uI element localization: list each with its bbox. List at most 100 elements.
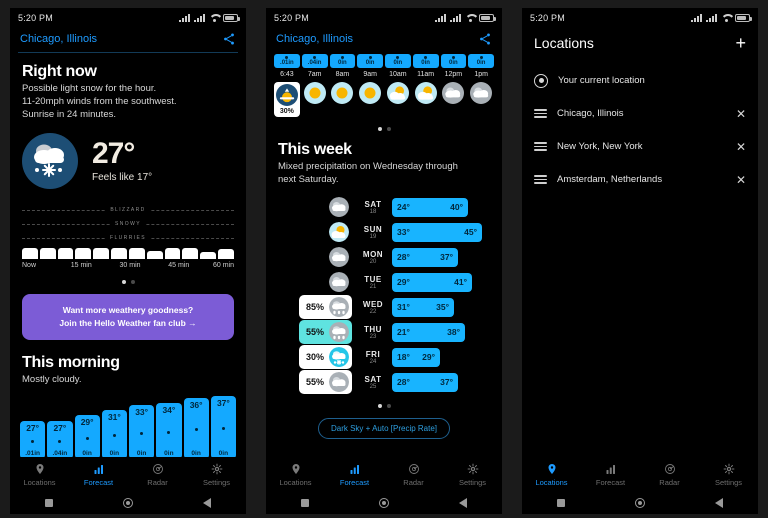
tab-settings[interactable]: Settings [443,463,502,487]
location-list-item[interactable]: New York, New York ✕ [522,130,758,163]
hourly-icon-cell[interactable]: 30% [274,82,300,117]
recents-icon[interactable] [45,499,53,507]
location-list-item[interactable]: Your current location [522,64,758,97]
hour-precip: 0in [164,449,174,457]
hourly-icon-cell[interactable] [413,82,439,104]
remove-location-icon[interactable]: ✕ [736,174,746,186]
hourly-icon-cell[interactable] [385,82,411,104]
week-precip-holder: 55% [266,320,354,345]
promo-line-1: Want more weathery goodness? [62,305,194,316]
tab-locations[interactable]: Locations [10,463,69,487]
phone-panel-1: 5:20 PM Chicago, Illinois Right now Poss… [0,0,256,518]
hourly-icon-cell[interactable] [330,82,356,104]
week-row[interactable]: TUE 21 29° 41° [266,270,502,295]
week-row[interactable]: 55% SAT 25 28° 37° [266,370,502,395]
hourly-icon-cell[interactable] [302,82,328,104]
tab-locations[interactable]: Locations [266,463,325,487]
week-row[interactable]: SUN 19 33° 45° [266,220,502,245]
week-precip-holder: 30% [266,345,354,370]
hour-bar[interactable]: 27° .01in [20,420,46,457]
week-row[interactable]: SAT 18 24° 40° [266,195,502,220]
carousel-dot-2-2[interactable] [386,127,391,131]
hour-bar[interactable]: 34° 0in [156,402,182,457]
add-location-button[interactable]: + [735,34,746,52]
back-icon[interactable] [203,498,211,508]
hourly-icon-cell[interactable] [468,82,494,104]
tab-locations[interactable]: Locations [522,463,581,487]
pin-icon [548,464,555,474]
gridline-label-snowy: SNOWY [110,221,146,228]
wifi-icon [209,14,219,22]
week-icon-holder [266,272,354,293]
hourly-time-label: 12pm [444,71,463,78]
drag-handle-icon[interactable] [534,142,547,151]
tab-forecast[interactable]: Forecast [325,463,384,487]
right-now-line-1: Possible light snow for the hour. [22,83,157,94]
location-list-item[interactable]: Chicago, Illinois ✕ [522,97,758,130]
carousel-dot-3-1[interactable] [377,403,382,408]
drag-handle-icon[interactable] [534,175,547,184]
hour-bar[interactable]: 37° 0in [210,395,236,457]
drag-handle-icon[interactable] [534,109,547,118]
recents-icon-3[interactable] [557,499,565,507]
this-morning-subtitle: Mostly cloudy. [22,373,82,385]
week-temp-track: 31° 35° [392,297,502,317]
tab-radar[interactable]: Radar [384,463,443,487]
carousel-dots-3[interactable] [266,403,502,408]
hour-bar[interactable]: 27° .04in [47,420,73,457]
home-icon-3[interactable] [635,498,645,508]
hourly-icon-cell[interactable] [441,82,467,104]
carousel-dot-2[interactable] [130,280,135,285]
hour-bar[interactable]: 29° 0in [74,414,100,457]
data-source-button[interactable]: Dark Sky + Auto [Precip Rate] [317,417,451,439]
recents-icon-2[interactable] [301,499,309,507]
city-title-2[interactable]: Chicago, Illinois [276,33,353,45]
week-row[interactable]: MON 20 28° 37° [266,245,502,270]
feels-like: Feels like 17° [92,172,153,184]
home-icon[interactable] [123,498,133,508]
tab-label: Locations [23,478,56,487]
battery-icon [223,14,240,22]
hour-bar[interactable]: 33° 0in [129,404,155,457]
week-row[interactable]: 85% WED 22 31° 35° [266,295,502,320]
week-row[interactable]: 55% THU 23 21° 38° [266,320,502,345]
share-icon-2[interactable] [478,32,492,46]
location-list-item[interactable]: Amsterdam, Netherlands ✕ [522,163,758,196]
carousel-dot-2-1[interactable] [377,127,382,131]
fan-club-promo-banner[interactable]: Want more weathery goodness? Join the He… [22,294,234,340]
remove-location-icon[interactable]: ✕ [736,141,746,153]
remove-location-icon[interactable]: ✕ [736,108,746,120]
home-icon-2[interactable] [379,498,389,508]
week-row[interactable]: 30% FRI 24 18° 29° [266,345,502,370]
precip-dot-icon [340,56,344,59]
tab-radar[interactable]: Radar [640,463,699,487]
city-title[interactable]: Chicago, Illinois [20,33,97,45]
carousel-dot-3-2[interactable] [386,403,391,408]
tab-forecast[interactable]: Forecast [69,463,128,487]
hour-precip: 0in [218,449,229,457]
week-precip-holder: 85% [266,295,354,320]
carousel-dots-1[interactable] [10,280,246,285]
back-icon-3[interactable] [715,498,723,508]
tab-radar[interactable]: Radar [128,463,187,487]
carousel-dot-1[interactable] [121,280,126,285]
week-day-date: 20 [369,258,377,265]
sunrise-icon [275,84,298,106]
gridline-label-flurries: FLURRIES [105,235,151,242]
hourly-precip-cell: 0in [385,54,411,68]
hour-bar[interactable]: 31° 0in [101,409,127,457]
share-icon[interactable] [222,32,236,46]
tab-forecast[interactable]: Forecast [581,463,640,487]
tab-settings[interactable]: Settings [699,463,758,487]
gear-icon [467,463,478,475]
back-icon-2[interactable] [459,498,467,508]
tab-settings[interactable]: Settings [187,463,246,487]
carousel-dots-2[interactable] [266,127,502,131]
hour-bar[interactable]: 36° 0in [183,397,209,457]
hour-temp: 34° [162,404,176,415]
week-high-temp: 35° [436,302,449,313]
week-day-date: 21 [369,283,377,290]
sun-icon [331,82,354,104]
hourly-precip-value: 0in [421,60,430,66]
hourly-icon-cell[interactable] [357,82,383,104]
